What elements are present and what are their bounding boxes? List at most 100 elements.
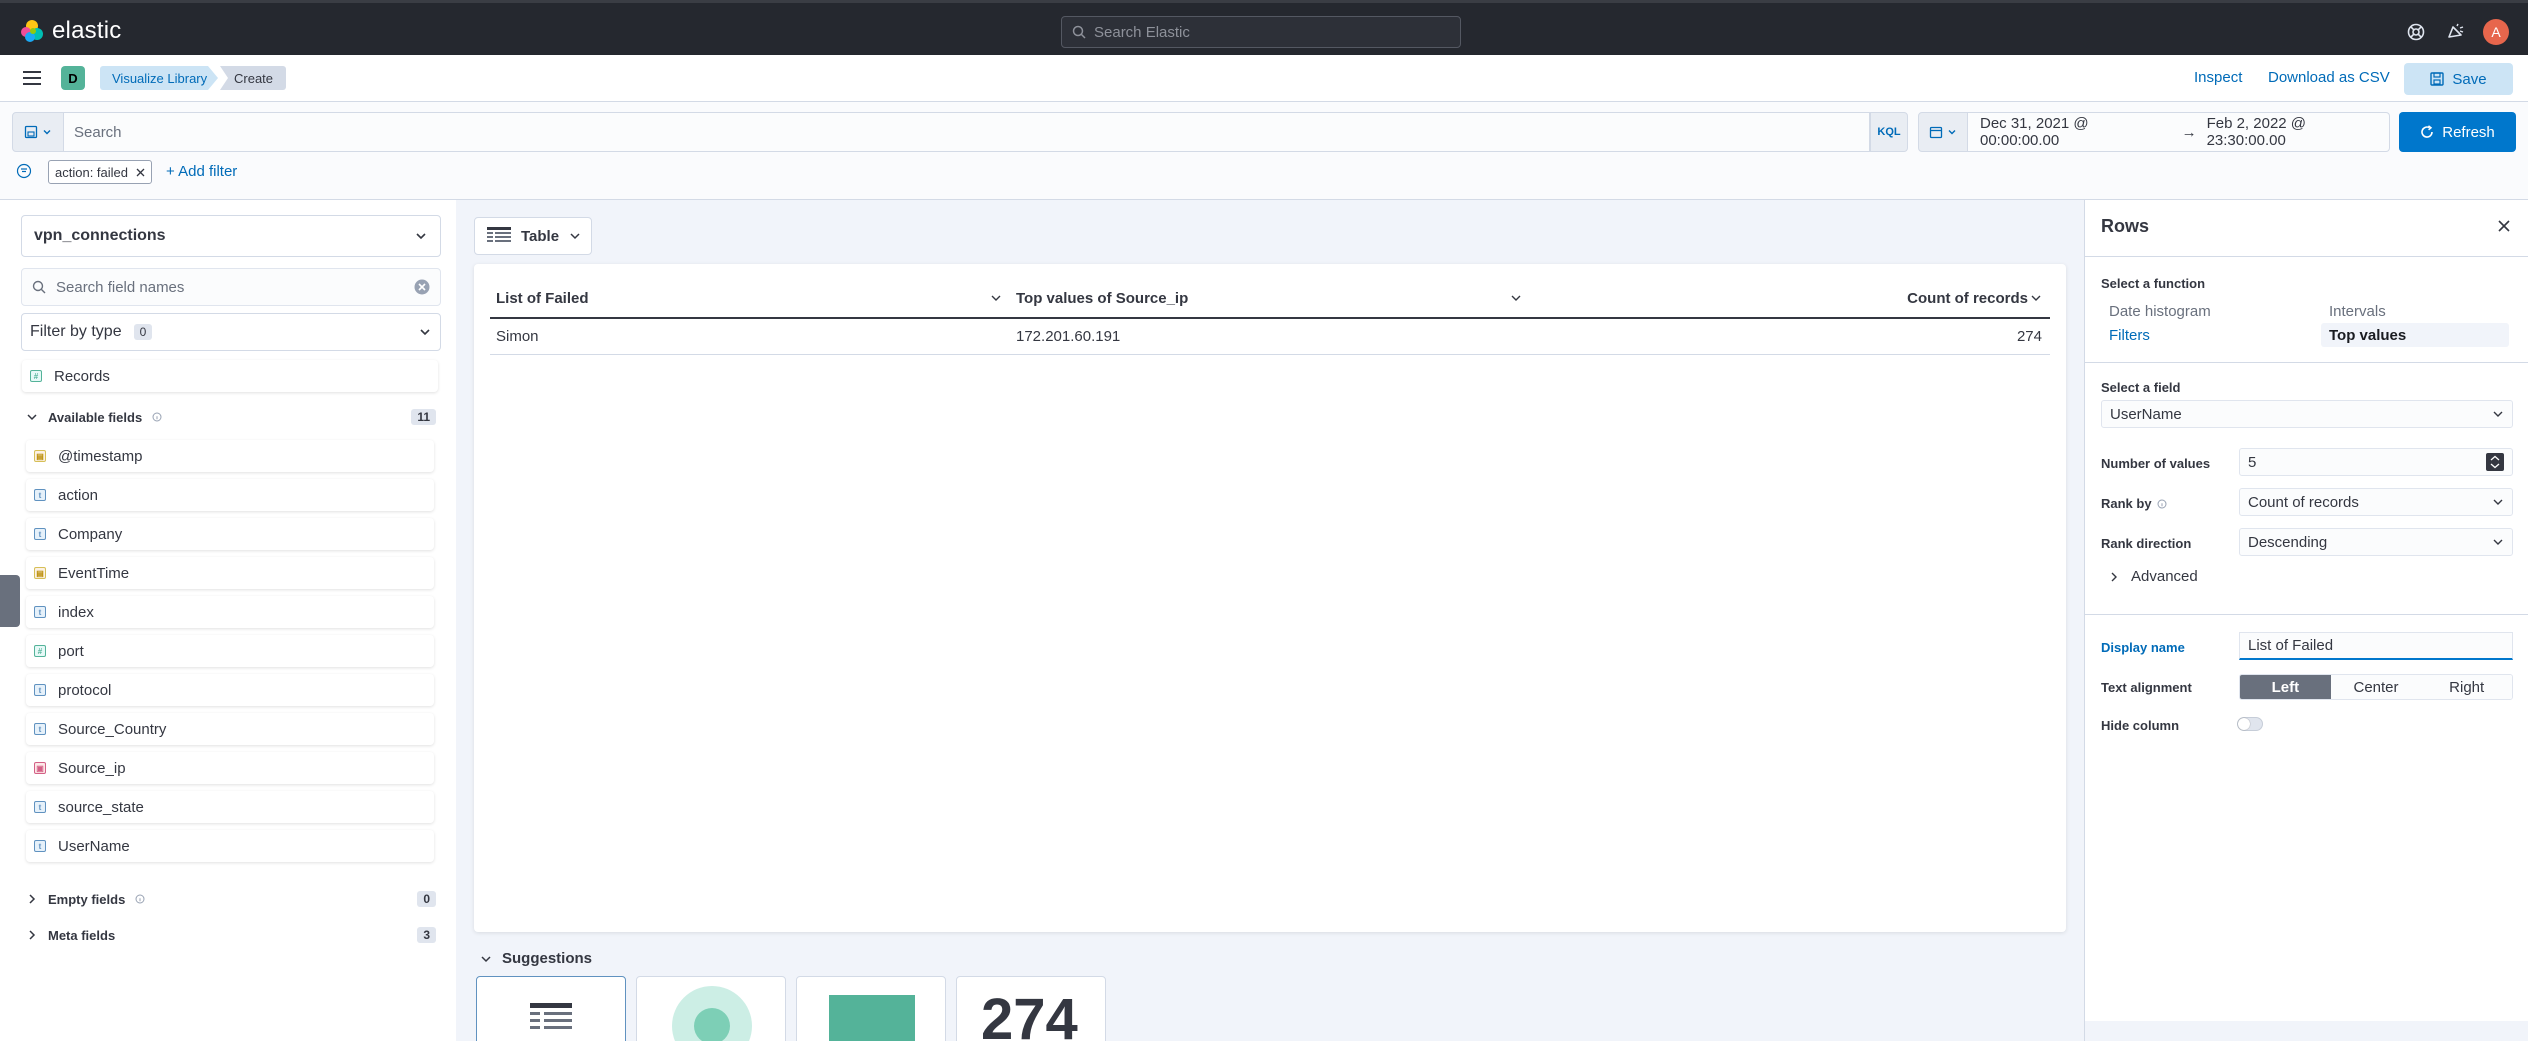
query-search-input[interactable] — [74, 123, 1869, 141]
chevron-down-icon[interactable] — [990, 292, 1002, 304]
download-csv-link[interactable]: Download as CSV — [2268, 69, 2390, 86]
suggestion-table[interactable] — [476, 976, 626, 1041]
function-intervals[interactable]: Intervals — [2321, 299, 2386, 323]
field-item[interactable]: t Source_Country — [26, 713, 434, 745]
refresh-button[interactable]: Refresh — [2399, 112, 2516, 152]
rank-direction-value: Descending — [2248, 533, 2328, 551]
records-field[interactable]: # Records — [22, 360, 438, 392]
treemap-icon — [829, 995, 915, 1041]
breadcrumb-visualize-library[interactable]: Visualize Library — [100, 66, 218, 90]
table-row: Simon 172.201.60.191 274 — [490, 318, 2050, 355]
field-item[interactable]: t UserName — [26, 830, 434, 862]
date-range-picker[interactable]: Dec 31, 2021 @ 00:00:00.00 → Feb 2, 2022… — [1968, 112, 2390, 152]
field-item[interactable]: ▣ Source_ip — [26, 752, 434, 784]
inspect-link[interactable]: Inspect — [2194, 69, 2242, 86]
date-end[interactable]: Feb 2, 2022 @ 23:30:00.00 — [2207, 115, 2389, 149]
hide-column-toggle[interactable] — [2237, 717, 2263, 731]
save-button[interactable]: Save — [2404, 63, 2513, 95]
date-start[interactable]: Dec 31, 2021 @ 00:00:00.00 — [1980, 115, 2172, 149]
string-type-icon: t — [34, 801, 46, 813]
field-select[interactable]: UserName — [2101, 400, 2513, 428]
stepper-icon[interactable] — [2486, 453, 2504, 471]
newsfeed-icon[interactable] — [2444, 20, 2468, 44]
field-item[interactable]: t index — [26, 596, 434, 628]
help-icon[interactable] — [2404, 20, 2428, 44]
align-center-button[interactable]: Center — [2330, 675, 2422, 699]
available-fields-toggle[interactable]: Available fields 11 — [26, 405, 436, 429]
field-search-input[interactable]: Search field names — [21, 268, 441, 306]
number-of-values-value: 5 — [2248, 453, 2257, 471]
number-type-icon: # — [34, 645, 46, 657]
kql-language-toggle[interactable]: KQL — [1870, 112, 1908, 152]
query-search-field[interactable] — [64, 112, 1870, 152]
empty-fields-toggle[interactable]: Empty fields 0 — [26, 887, 436, 911]
table-cell[interactable]: 172.201.60.191 — [1010, 318, 1530, 355]
date-type-icon: ▤ — [34, 450, 46, 462]
field-item[interactable]: t source_state — [26, 791, 434, 823]
column-header[interactable]: Top values of Source_ip — [1010, 280, 1530, 319]
column-header[interactable]: List of Failed — [490, 280, 1010, 319]
column-header-label: Top values of Source_ip — [1016, 290, 1189, 307]
display-name-input[interactable] — [2239, 632, 2513, 660]
close-icon[interactable] — [2498, 220, 2510, 232]
table-cell[interactable]: 274 — [1530, 318, 2050, 355]
meta-fields-toggle[interactable]: Meta fields 3 — [26, 923, 436, 947]
chevron-down-icon — [1948, 130, 1956, 135]
chevron-right-icon — [2111, 572, 2117, 581]
chevron-down-icon — [27, 414, 37, 421]
space-avatar[interactable]: D — [61, 66, 85, 90]
rank-direction-select[interactable]: Descending — [2239, 528, 2513, 556]
suggestion-donut[interactable] — [636, 976, 786, 1041]
align-left-button[interactable]: Left — [2240, 675, 2331, 699]
field-name: index — [58, 603, 94, 621]
column-header[interactable]: Count of records — [1530, 280, 2050, 319]
chevron-down-icon — [43, 130, 51, 135]
index-pattern-select[interactable]: vpn_connections — [21, 215, 441, 257]
number-of-values-input[interactable]: 5 — [2239, 448, 2513, 476]
field-item[interactable]: t Company — [26, 518, 434, 550]
field-item[interactable]: t action — [26, 479, 434, 511]
advanced-label: Advanced — [2131, 568, 2198, 585]
field-item[interactable]: ▤ EventTime — [26, 557, 434, 589]
table-cell[interactable]: Simon — [490, 318, 1010, 355]
suggestions-toggle[interactable]: Suggestions — [480, 950, 592, 967]
align-right-button[interactable]: Right — [2421, 675, 2512, 699]
chevron-down-icon — [570, 233, 580, 240]
clear-icon[interactable] — [414, 279, 430, 295]
field-item[interactable]: # port — [26, 635, 434, 667]
chevron-down-icon[interactable] — [2030, 292, 2042, 304]
divider — [2085, 362, 2528, 363]
quick-date-menu-button[interactable] — [1918, 112, 1968, 152]
function-date-histogram[interactable]: Date histogram — [2101, 299, 2211, 323]
elastic-logo[interactable]: elastic — [20, 17, 121, 45]
filter-options-icon[interactable] — [16, 163, 32, 179]
function-filters[interactable]: Filters — [2101, 323, 2150, 347]
chevron-down-icon — [2493, 499, 2503, 505]
chevron-down-icon[interactable] — [1510, 292, 1522, 304]
filter-by-type-label: Filter by type — [30, 323, 122, 340]
refresh-label: Refresh — [2442, 123, 2495, 141]
advanced-toggle[interactable]: Advanced — [2109, 568, 2198, 585]
field-item[interactable]: t protocol — [26, 674, 434, 706]
divider — [2085, 256, 2528, 257]
rank-by-select[interactable]: Count of records — [2239, 488, 2513, 516]
user-avatar[interactable]: A — [2483, 19, 2509, 45]
field-name: protocol — [58, 681, 112, 699]
filter-by-type-button[interactable]: Filter by type 0 — [21, 313, 441, 351]
add-filter-link[interactable]: + Add filter — [166, 163, 237, 180]
close-icon[interactable] — [136, 168, 145, 177]
hamburger-menu-icon[interactable] — [22, 69, 42, 87]
saved-query-button[interactable] — [12, 112, 64, 152]
field-name: Source_ip — [58, 759, 126, 777]
suggestion-treemap[interactable] — [796, 976, 946, 1041]
field-item[interactable]: ▤ @timestamp — [26, 440, 434, 472]
sidebar-collapse-handle[interactable] — [0, 575, 20, 627]
calendar-icon — [1929, 126, 1943, 139]
search-icon — [32, 280, 46, 294]
global-search-input[interactable]: Search Elastic — [1061, 16, 1461, 48]
suggestion-metric[interactable]: 274 — [956, 976, 1106, 1041]
field-list-sidebar: vpn_connections Search field names Filte… — [0, 199, 456, 1041]
chart-type-switcher[interactable]: Table — [474, 217, 592, 255]
function-top-values[interactable]: Top values — [2321, 323, 2509, 347]
filter-pill-action-failed[interactable]: action: failed — [48, 160, 152, 184]
